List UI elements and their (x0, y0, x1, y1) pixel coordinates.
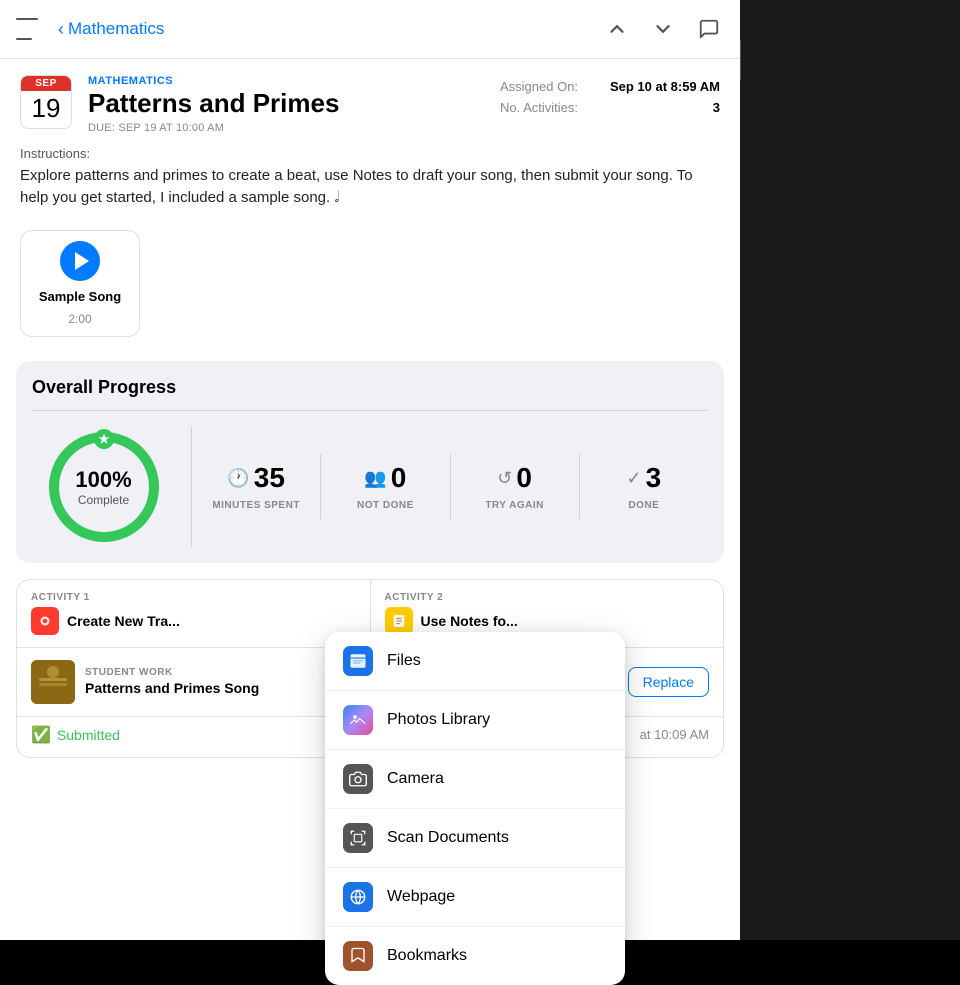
camera-label: Camera (387, 770, 444, 788)
activity-1-cell[interactable]: ACTIVITY 1 Create New Tra... (17, 580, 371, 647)
files-label: Files (387, 652, 421, 670)
activity-1-icon-name: Create New Tra... (31, 607, 356, 635)
play-button[interactable] (60, 241, 100, 281)
no-activities-label: No. Activities: (500, 100, 578, 115)
done-label: DONE (628, 500, 659, 511)
files-icon (343, 646, 373, 676)
assigned-on-row: Assigned On: Sep 10 at 8:59 AM (500, 79, 720, 94)
stat-minutes: 🕐 35 MINUTES SPENT (192, 454, 321, 519)
submitted-check-icon: ✅ (31, 725, 51, 745)
sample-song-card[interactable]: Sample Song 2:00 (20, 230, 140, 337)
garageband-icon (31, 607, 59, 635)
comment-button[interactable] (694, 14, 724, 44)
webpage-icon (343, 882, 373, 912)
dropdown-item-bookmarks[interactable]: Bookmarks (325, 927, 625, 985)
assigned-on-label: Assigned On: (500, 79, 578, 94)
song-name: Sample Song (39, 289, 121, 304)
no-activities-value: 3 (713, 100, 720, 115)
svg-text:★: ★ (98, 432, 109, 446)
not-done-value: 0 (391, 462, 407, 494)
dropdown-item-webpage[interactable]: Webpage (325, 868, 625, 927)
photos-icon (343, 705, 373, 735)
not-done-label: NOT DONE (357, 500, 414, 511)
clock-icon: 🕐 (227, 468, 249, 489)
sidebar-toggle-button[interactable] (16, 18, 44, 40)
calendar-day: 19 (21, 91, 71, 128)
assigned-on-value: Sep 10 at 8:59 AM (610, 79, 720, 94)
assignment-title: Patterns and Primes (88, 89, 484, 118)
no-activities-row: No. Activities: 3 (500, 100, 720, 115)
done-icon: ✓ (627, 468, 642, 489)
activity-2-name: Use Notes fo... (421, 613, 518, 629)
dropdown-item-photos[interactable]: Photos Library (325, 691, 625, 750)
try-again-icon: ↺ (497, 468, 512, 489)
progress-circle-container: ★ 100% Complete (32, 427, 192, 547)
dropdown-menu: Files Photos Library Camera Scan Documen… (325, 632, 625, 985)
back-button[interactable]: ‹ Mathematics (58, 19, 164, 40)
sample-song-section: Sample Song 2:00 (0, 222, 740, 353)
activity-2-icon-name: Use Notes fo... (385, 607, 710, 635)
back-label: Mathematics (68, 19, 164, 39)
bookmarks-icon (343, 941, 373, 971)
right-panel-line (740, 40, 741, 80)
right-panel (740, 0, 960, 940)
progress-circle: ★ 100% Complete (44, 427, 164, 547)
assignment-subject: MATHEMATICS (88, 75, 484, 87)
circle-percent: 100% (75, 467, 131, 493)
not-done-icon: 👥 (364, 468, 386, 489)
notes-icon (385, 607, 413, 635)
done-value: 3 (646, 462, 662, 494)
webpage-label: Webpage (387, 888, 455, 906)
instructions-text: Explore patterns and primes to create a … (20, 165, 720, 210)
chevron-down-button[interactable] (648, 14, 678, 44)
minutes-label: MINUTES SPENT (212, 500, 300, 511)
dropdown-item-scan[interactable]: Scan Documents (325, 809, 625, 868)
dropdown-item-camera[interactable]: Camera (325, 750, 625, 809)
activity-1-label: ACTIVITY 1 (31, 592, 356, 603)
minutes-value: 35 (254, 462, 285, 494)
submitted-time: at 10:09 AM (640, 727, 709, 742)
calendar-month: SEP (21, 76, 71, 91)
try-again-label: TRY AGAIN (485, 500, 544, 511)
dropdown-item-files[interactable]: Files (325, 632, 625, 691)
student-work-thumbnail (31, 660, 75, 704)
activity-2-label: ACTIVITY 2 (385, 592, 710, 603)
assignment-meta: Assigned On: Sep 10 at 8:59 AM No. Activ… (500, 75, 720, 115)
progress-stats: ★ 100% Complete 🕐 35 MINUTES SPENT (32, 427, 708, 547)
progress-title: Overall Progress (32, 377, 708, 398)
chevron-up-button[interactable] (602, 14, 632, 44)
scan-label: Scan Documents (387, 829, 509, 847)
try-again-value: 0 (516, 462, 532, 494)
progress-section: Overall Progress ★ 100% Complete (16, 361, 724, 563)
circle-text: 100% Complete (75, 467, 131, 507)
instructions-label: Instructions: (20, 146, 720, 161)
play-icon (75, 252, 89, 270)
photos-label: Photos Library (387, 711, 490, 729)
assignment-info: MATHEMATICS Patterns and Primes DUE: SEP… (88, 75, 484, 134)
assignment-due: DUE: SEP 19 AT 10:00 AM (88, 122, 484, 134)
replace-button[interactable]: Replace (628, 667, 709, 697)
stat-not-done: 👥 0 NOT DONE (321, 454, 450, 519)
stat-done: ✓ 3 DONE (580, 454, 708, 519)
song-duration: 2:00 (68, 312, 91, 326)
camera-icon (343, 764, 373, 794)
assignment-header: SEP 19 MATHEMATICS Patterns and Primes D… (0, 59, 740, 146)
stat-try-again: ↺ 0 TRY AGAIN (451, 454, 580, 519)
nav-actions (602, 14, 724, 44)
instructions-section: Instructions: Explore patterns and prime… (0, 146, 740, 222)
scan-icon (343, 823, 373, 853)
back-chevron-icon: ‹ (58, 19, 64, 40)
activity-1-name: Create New Tra... (67, 613, 180, 629)
nav-bar: ‹ Mathematics (0, 0, 740, 59)
bookmarks-label: Bookmarks (387, 947, 467, 965)
calendar-icon: SEP 19 (20, 75, 72, 129)
circle-complete-label: Complete (75, 493, 131, 507)
